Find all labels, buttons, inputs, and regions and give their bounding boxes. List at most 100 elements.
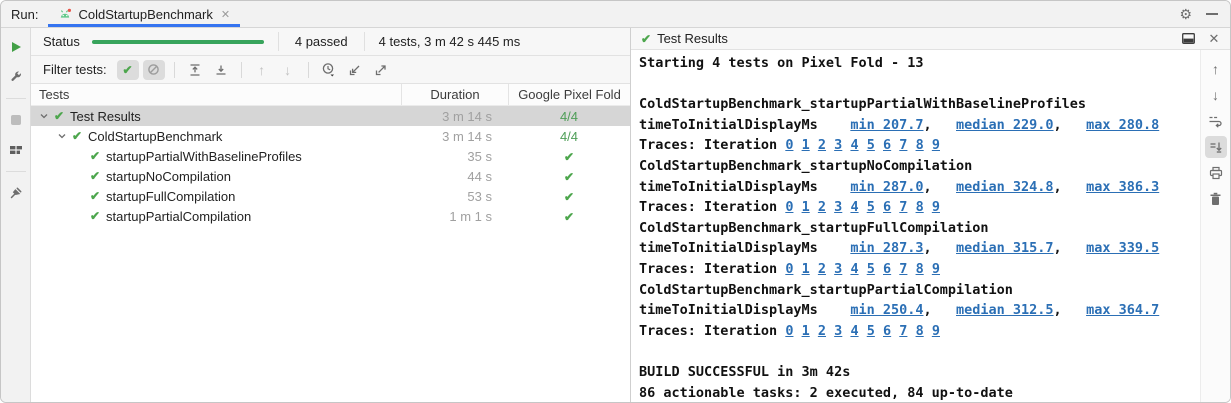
export-results-icon[interactable]: [370, 60, 392, 80]
console-text: ColdStartupBenchmark_startupNoCompilatio…: [639, 158, 972, 174]
console-link[interactable]: 9: [932, 137, 940, 153]
console-link[interactable]: 9: [932, 323, 940, 339]
console-text: ,: [923, 179, 956, 195]
console-link[interactable]: 1: [802, 261, 810, 277]
console-link[interactable]: max 386.3: [1086, 179, 1159, 195]
test-history-icon[interactable]: [318, 60, 340, 80]
console-link[interactable]: median 315.7: [956, 240, 1054, 256]
show-passed-icon[interactable]: ✔: [117, 60, 139, 80]
console-link[interactable]: min 287.3: [850, 240, 923, 256]
test-summary: 4 tests, 3 m 42 s 445 ms: [365, 34, 535, 49]
console-link[interactable]: median 229.0: [956, 117, 1054, 133]
console-link[interactable]: 2: [818, 323, 826, 339]
layout-icon[interactable]: [5, 139, 27, 161]
close-console-icon[interactable]: ✕: [1204, 30, 1224, 48]
console-link[interactable]: 2: [818, 137, 826, 153]
console-link[interactable]: min 287.0: [850, 179, 923, 195]
rerun-icon[interactable]: [5, 36, 27, 58]
hide-window-icon[interactable]: [1206, 13, 1218, 15]
console-text: [924, 199, 932, 215]
console-link[interactable]: 9: [932, 261, 940, 277]
tree-row[interactable]: ✔ColdStartupBenchmark3 m 14 s4/4: [31, 126, 630, 146]
window-bottom-icon[interactable]: [1178, 30, 1198, 48]
console-link[interactable]: 5: [867, 323, 875, 339]
column-device[interactable]: Google Pixel Fold: [508, 84, 630, 105]
console-link[interactable]: 8: [916, 323, 924, 339]
console-link[interactable]: max 339.5: [1086, 240, 1159, 256]
console-text: Traces: Iteration: [639, 261, 785, 277]
console-line: Traces: Iteration 0 1 2 3 4 5 6 7 8 9: [639, 259, 1200, 280]
collapse-all-icon[interactable]: [210, 60, 232, 80]
console-text: [810, 323, 818, 339]
console-link[interactable]: 5: [867, 137, 875, 153]
tree-row[interactable]: ✔startupNoCompilation44 s✔: [31, 166, 630, 186]
import-results-icon[interactable]: [344, 60, 366, 80]
console-link[interactable]: 6: [883, 137, 891, 153]
duration-cell: 35 s: [401, 149, 508, 164]
console-link[interactable]: max 364.7: [1086, 302, 1159, 318]
passed-check-icon: ✔: [87, 169, 103, 183]
console-link[interactable]: 6: [883, 199, 891, 215]
show-ignored-icon[interactable]: [143, 60, 165, 80]
console-link[interactable]: median 312.5: [956, 302, 1054, 318]
console-link[interactable]: 5: [867, 261, 875, 277]
console-link[interactable]: 4: [850, 199, 858, 215]
console-link[interactable]: 1: [802, 137, 810, 153]
chevron-down-icon[interactable]: [37, 111, 51, 121]
console-link[interactable]: 1: [802, 323, 810, 339]
chevron-down-icon[interactable]: [55, 131, 69, 141]
tree-row[interactable]: ✔Test Results3 m 14 s4/4: [31, 106, 630, 126]
console-link[interactable]: 2: [818, 261, 826, 277]
console-link[interactable]: 9: [932, 199, 940, 215]
console-text: [924, 261, 932, 277]
scroll-up-icon[interactable]: ↑: [1205, 58, 1227, 80]
result-cell: ✔: [508, 209, 630, 224]
console-link[interactable]: min 250.4: [850, 302, 923, 318]
duration-cell: 3 m 14 s: [401, 109, 508, 124]
console-line: timeToInitialDisplayMs min 287.0, median…: [639, 177, 1200, 198]
tree-row[interactable]: ✔startupPartialWithBaselineProfiles35 s✔: [31, 146, 630, 166]
column-tests[interactable]: Tests: [31, 84, 401, 105]
console-link[interactable]: 5: [867, 199, 875, 215]
console-link[interactable]: median 324.8: [956, 179, 1054, 195]
console-link[interactable]: min 207.7: [850, 117, 923, 133]
console-link[interactable]: 1: [802, 199, 810, 215]
console-link[interactable]: 8: [916, 261, 924, 277]
console-text: timeToInitialDisplayMs: [639, 117, 850, 133]
active-tab-underline: [48, 24, 240, 27]
column-duration[interactable]: Duration: [401, 84, 508, 105]
filter-toolbar: Filter tests: ✔: [31, 56, 630, 84]
console-text: [875, 137, 883, 153]
test-name: ColdStartupBenchmark: [85, 129, 222, 144]
console-link[interactable]: 4: [850, 323, 858, 339]
console-link[interactable]: 4: [850, 261, 858, 277]
console-link[interactable]: max 280.8: [1086, 117, 1159, 133]
passed-check-icon: ✔: [51, 109, 67, 123]
soft-wrap-icon[interactable]: [1205, 110, 1227, 132]
console-link[interactable]: 8: [916, 199, 924, 215]
wrench-icon[interactable]: [5, 66, 27, 88]
tab-close-icon[interactable]: ✕: [221, 8, 230, 21]
console-link[interactable]: 6: [883, 261, 891, 277]
console-text: ,: [1054, 179, 1087, 195]
console-link[interactable]: 4: [850, 137, 858, 153]
console-link[interactable]: 8: [916, 137, 924, 153]
tree-row[interactable]: ✔startupPartialCompilation1 m 1 s✔: [31, 206, 630, 226]
console-text: [859, 137, 867, 153]
expand-all-icon[interactable]: [184, 60, 206, 80]
gear-icon[interactable]: ⚙: [1179, 6, 1192, 23]
test-name: startupPartialWithBaselineProfiles: [103, 149, 302, 164]
scroll-to-end-icon[interactable]: [1205, 136, 1227, 158]
tab-coldstartupbenchmark[interactable]: ColdStartupBenchmark ✕: [48, 1, 240, 27]
console-link[interactable]: 2: [818, 199, 826, 215]
print-icon[interactable]: [1205, 162, 1227, 184]
next-occurrence-icon: ↓: [277, 60, 299, 80]
passed-check-icon: ✔: [564, 210, 574, 224]
console-text: [924, 323, 932, 339]
console-text: Traces: Iteration: [639, 199, 785, 215]
tree-row[interactable]: ✔startupFullCompilation53 s✔: [31, 186, 630, 206]
pin-icon[interactable]: [5, 182, 27, 204]
clear-console-icon[interactable]: [1205, 188, 1227, 210]
scroll-down-icon[interactable]: ↓: [1205, 84, 1227, 106]
console-link[interactable]: 6: [883, 323, 891, 339]
